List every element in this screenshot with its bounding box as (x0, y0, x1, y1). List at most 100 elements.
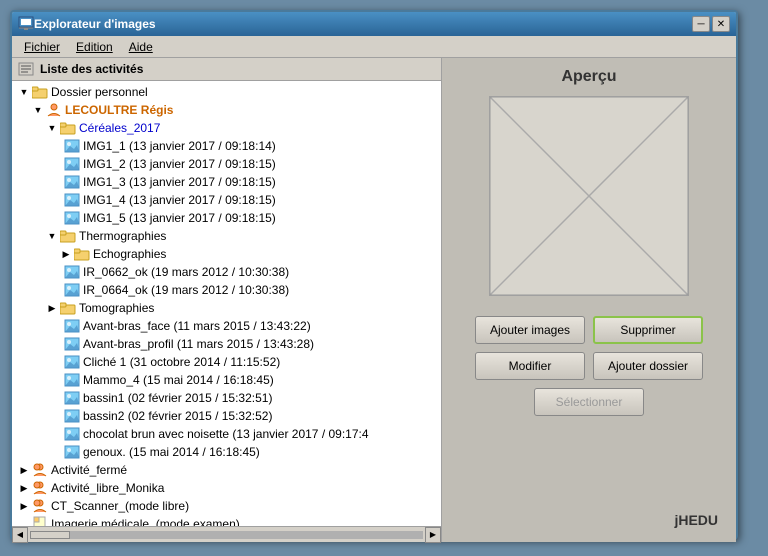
list-item[interactable]: chocolat brun avec noisette (13 janvier … (12, 425, 441, 443)
list-item[interactable]: ▶ Activité_fermé (12, 461, 441, 479)
item-label: IMG1_2 (13 janvier 2017 / 09:18:15) (83, 157, 276, 171)
folder-icon (60, 228, 76, 244)
image-icon (64, 282, 80, 298)
list-item[interactable]: IMG1_4 (13 janvier 2017 / 09:18:15) (12, 191, 441, 209)
list-item[interactable]: Mammo_4 (15 mai 2014 / 16:18:45) (12, 371, 441, 389)
item-label: Cliché 1 (31 octobre 2014 / 11:15:52) (83, 355, 280, 369)
expand-icon[interactable]: ▶ (18, 482, 30, 494)
image-icon (64, 156, 80, 172)
expand-icon[interactable]: ▼ (46, 122, 58, 134)
list-item[interactable]: ▼ Dossier personnel (12, 83, 441, 101)
folder-icon (60, 300, 76, 316)
folder-open-icon (60, 120, 76, 136)
image-icon (64, 174, 80, 190)
list-item[interactable]: ▼ Céréales_2017 (12, 119, 441, 137)
list-item[interactable]: ▶ Activité_libre_Monika (12, 479, 441, 497)
menubar: Fichier Edition Aide (12, 36, 736, 58)
item-label: Echographies (93, 247, 166, 261)
folder-icon (32, 84, 48, 100)
selectionner-button[interactable]: Sélectionner (534, 388, 644, 416)
list-icon (18, 61, 34, 77)
list-item[interactable]: ▶ CT_Scanner_(mode libre) (12, 497, 441, 515)
image-icon (64, 210, 80, 226)
spacer (18, 518, 30, 526)
list-item[interactable]: IMG1_2 (13 janvier 2017 / 09:18:15) (12, 155, 441, 173)
ajouter-images-button[interactable]: Ajouter images (475, 316, 585, 344)
image-icon (64, 318, 80, 334)
list-item[interactable]: Avant-bras_face (11 mars 2015 / 13:43:22… (12, 317, 441, 335)
scroll-track[interactable] (30, 531, 423, 539)
preview-area (489, 96, 689, 296)
expand-icon[interactable]: ▶ (18, 500, 30, 512)
expand-icon[interactable]: ▶ (46, 302, 58, 314)
scroll-right-button[interactable]: ▶ (425, 527, 441, 543)
activity-icon (32, 480, 48, 496)
list-item[interactable]: Cliché 1 (31 octobre 2014 / 11:15:52) (12, 353, 441, 371)
item-label: Imagerie médicale_(mode examen) (51, 517, 240, 526)
window-title: Explorateur d'images (34, 17, 692, 31)
horizontal-scrollbar[interactable]: ◀ ▶ (12, 526, 441, 542)
menu-fichier[interactable]: Fichier (16, 38, 68, 56)
list-item[interactable]: bassin2 (02 février 2015 / 15:32:52) (12, 407, 441, 425)
list-header: Liste des activités (12, 58, 441, 81)
item-label: bassin1 (02 février 2015 / 15:32:51) (83, 391, 272, 405)
image-icon (64, 444, 80, 460)
right-panel: Aperçu Ajouter images Supprimer Modifier… (442, 58, 736, 542)
expand-icon[interactable]: ▼ (46, 230, 58, 242)
scroll-left-button[interactable]: ◀ (12, 527, 28, 543)
item-label: Mammo_4 (15 mai 2014 / 16:18:45) (83, 373, 274, 387)
item-label: chocolat brun avec noisette (13 janvier … (83, 427, 369, 441)
image-icon (64, 354, 80, 370)
list-item[interactable]: ▼ Thermographies (12, 227, 441, 245)
buttons-row-2: Modifier Ajouter dossier (462, 352, 716, 380)
buttons-row-3: Sélectionner (462, 388, 716, 416)
image-icon (64, 426, 80, 442)
list-item[interactable]: IMG1_5 (13 janvier 2017 / 09:18:15) (12, 209, 441, 227)
expand-icon[interactable]: ▼ (32, 104, 44, 116)
supprimer-button[interactable]: Supprimer (593, 316, 703, 344)
list-header-label: Liste des activités (40, 62, 143, 76)
list-item[interactable]: IR_0664_ok (19 mars 2012 / 10:30:38) (12, 281, 441, 299)
doc-icon (32, 516, 48, 526)
menu-edition[interactable]: Edition (68, 38, 121, 56)
list-item[interactable]: ▶ Tomographies (12, 299, 441, 317)
item-label: Tomographies (79, 301, 154, 315)
list-item[interactable]: ▶ Echographies (12, 245, 441, 263)
close-button[interactable]: ✕ (712, 16, 730, 32)
image-icon (64, 192, 80, 208)
list-item[interactable]: IMG1_3 (13 janvier 2017 / 09:18:15) (12, 173, 441, 191)
minimize-button[interactable]: ─ (692, 16, 710, 32)
item-label: IR_0664_ok (19 mars 2012 / 10:30:38) (83, 283, 289, 297)
image-icon (64, 372, 80, 388)
folder-icon (74, 246, 90, 262)
menu-aide[interactable]: Aide (121, 38, 161, 56)
item-label: IMG1_1 (13 janvier 2017 / 09:18:14) (83, 139, 276, 153)
list-item[interactable]: ▼ LECOULTRE Régis (12, 101, 441, 119)
expand-icon[interactable]: ▼ (18, 86, 30, 98)
list-item[interactable]: IMG1_1 (13 janvier 2017 / 09:18:14) (12, 137, 441, 155)
brand-label: jHEDU (452, 512, 726, 532)
item-label: IMG1_5 (13 janvier 2017 / 09:18:15) (83, 211, 276, 225)
list-item[interactable]: Avant-bras_profil (11 mars 2015 / 13:43:… (12, 335, 441, 353)
main-content: Liste des activités ▼ Dossier personnel (12, 58, 736, 542)
tree-area[interactable]: ▼ Dossier personnel ▼ (12, 81, 441, 526)
image-icon (64, 336, 80, 352)
image-icon (64, 138, 80, 154)
list-item[interactable]: Imagerie médicale_(mode examen) (12, 515, 441, 526)
activity-icon (32, 462, 48, 478)
list-item[interactable]: genoux. (15 mai 2014 / 16:18:45) (12, 443, 441, 461)
list-item[interactable]: IR_0662_ok (19 mars 2012 / 10:30:38) (12, 263, 441, 281)
modifier-button[interactable]: Modifier (475, 352, 585, 380)
preview-image (490, 97, 688, 295)
item-label: LECOULTRE Régis (65, 103, 173, 117)
buttons-section: Ajouter images Supprimer Modifier Ajoute… (452, 316, 726, 416)
window-controls: ─ ✕ (692, 16, 730, 32)
expand-icon[interactable]: ▶ (18, 464, 30, 476)
image-icon (64, 264, 80, 280)
scroll-thumb[interactable] (30, 531, 70, 539)
expand-icon[interactable]: ▶ (60, 248, 72, 260)
list-item[interactable]: bassin1 (02 février 2015 / 15:32:51) (12, 389, 441, 407)
left-panel: Liste des activités ▼ Dossier personnel (12, 58, 442, 542)
person-icon (46, 102, 62, 118)
ajouter-dossier-button[interactable]: Ajouter dossier (593, 352, 703, 380)
